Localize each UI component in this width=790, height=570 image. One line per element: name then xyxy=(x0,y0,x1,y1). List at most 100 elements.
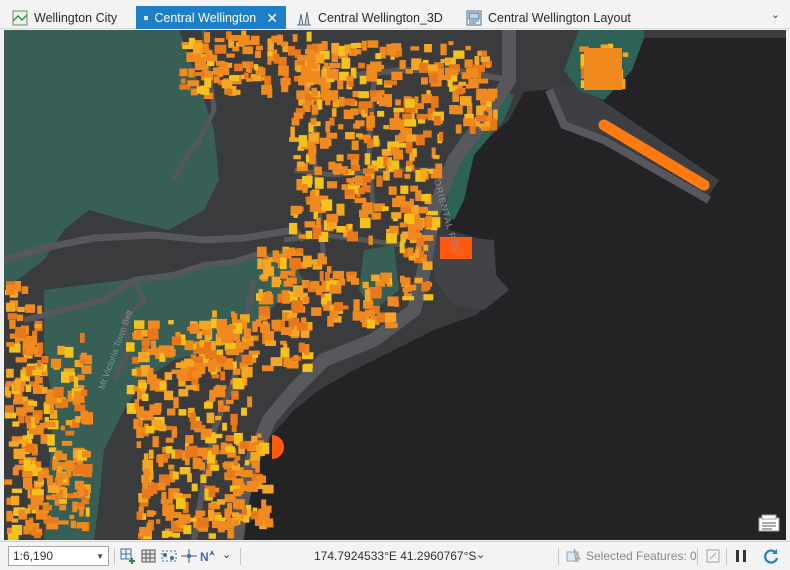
building-footprint[interactable] xyxy=(149,404,161,415)
building-footprint[interactable] xyxy=(331,108,337,117)
building-footprint[interactable] xyxy=(289,222,298,235)
building-footprint[interactable] xyxy=(193,42,203,54)
building-footprint[interactable] xyxy=(211,374,220,379)
building-footprint[interactable] xyxy=(392,197,401,208)
building-footprint[interactable] xyxy=(246,481,258,492)
building-footprint[interactable] xyxy=(37,471,44,483)
building-footprint[interactable] xyxy=(424,44,432,53)
building-footprint[interactable] xyxy=(622,52,629,57)
building-footprint[interactable] xyxy=(364,309,375,318)
tab-central-wellington-3d[interactable]: Central Wellington_3D xyxy=(288,6,451,29)
building-footprint[interactable] xyxy=(391,212,402,219)
building-footprint[interactable] xyxy=(146,510,154,517)
building-footprint[interactable] xyxy=(25,384,32,393)
building-footprint[interactable] xyxy=(183,524,192,535)
building-footprint[interactable] xyxy=(136,441,142,449)
building-footprint[interactable] xyxy=(406,134,417,142)
building-footprint[interactable] xyxy=(242,46,254,55)
building-footprint[interactable] xyxy=(204,47,210,54)
building-footprint[interactable] xyxy=(72,398,81,405)
building-footprint[interactable] xyxy=(161,491,167,500)
building-footprint[interactable] xyxy=(584,48,622,90)
building-footprint[interactable] xyxy=(37,360,42,367)
building-footprint[interactable] xyxy=(204,341,212,353)
building-footprint[interactable] xyxy=(267,51,273,57)
building-footprint[interactable] xyxy=(326,78,335,83)
building-footprint[interactable] xyxy=(298,234,306,239)
building-footprint[interactable] xyxy=(302,175,313,185)
building-footprint[interactable] xyxy=(477,51,482,56)
building-footprint[interactable] xyxy=(250,35,260,45)
building-footprint[interactable] xyxy=(345,132,355,140)
building-footprint[interactable] xyxy=(73,376,79,388)
building-footprint[interactable] xyxy=(152,436,159,448)
building-footprint[interactable] xyxy=(226,399,234,405)
building-footprint[interactable] xyxy=(25,443,36,453)
building-footprint[interactable] xyxy=(270,357,283,367)
building-footprint[interactable] xyxy=(480,56,490,62)
building-footprint[interactable] xyxy=(289,257,301,269)
building-footprint[interactable] xyxy=(341,184,349,190)
building-footprint[interactable] xyxy=(354,197,367,204)
building-footprint[interactable] xyxy=(346,231,358,242)
building-footprint[interactable] xyxy=(185,435,194,444)
building-footprint[interactable] xyxy=(172,471,179,480)
map-frame-icon[interactable] xyxy=(704,547,722,565)
building-footprint[interactable] xyxy=(391,71,403,81)
building-footprint[interactable] xyxy=(283,343,288,349)
building-footprint[interactable] xyxy=(255,50,261,58)
building-footprint[interactable] xyxy=(305,230,312,239)
building-footprint[interactable] xyxy=(17,306,25,312)
building-footprint[interactable] xyxy=(195,57,206,70)
building-footprint[interactable] xyxy=(187,473,192,483)
building-footprint[interactable] xyxy=(17,314,24,322)
building-footprint[interactable] xyxy=(271,276,280,288)
building-footprint[interactable] xyxy=(455,124,462,134)
building-footprint[interactable] xyxy=(400,207,411,213)
building-footprint[interactable] xyxy=(366,71,378,82)
building-footprint[interactable] xyxy=(165,446,173,454)
building-footprint[interactable] xyxy=(420,194,430,202)
building-footprint[interactable] xyxy=(431,96,439,108)
building-footprint[interactable] xyxy=(246,77,253,82)
building-footprint[interactable] xyxy=(404,119,417,127)
building-footprint[interactable] xyxy=(344,189,354,196)
building-footprint[interactable] xyxy=(42,505,52,511)
building-footprint[interactable] xyxy=(385,320,395,329)
building-footprint[interactable] xyxy=(383,125,390,130)
building-footprint[interactable] xyxy=(261,84,272,95)
building-footprint[interactable] xyxy=(13,448,26,460)
building-footprint[interactable] xyxy=(61,371,70,383)
building-footprint[interactable] xyxy=(310,118,317,125)
building-footprint[interactable] xyxy=(322,92,333,101)
building-footprint[interactable] xyxy=(414,103,424,110)
building-footprint[interactable] xyxy=(332,92,337,103)
building-footprint[interactable] xyxy=(168,464,175,470)
building-footprint[interactable] xyxy=(425,281,431,290)
building-footprint[interactable] xyxy=(214,44,227,54)
building-footprint[interactable] xyxy=(239,441,249,449)
building-footprint[interactable] xyxy=(138,383,147,389)
building-footprint[interactable] xyxy=(44,421,56,428)
building-footprint[interactable] xyxy=(27,350,33,357)
building-footprint[interactable] xyxy=(476,107,483,115)
building-footprint[interactable] xyxy=(50,358,62,368)
building-footprint[interactable] xyxy=(232,520,239,526)
building-footprint[interactable] xyxy=(180,78,186,84)
building-footprint[interactable] xyxy=(52,459,59,471)
building-footprint[interactable] xyxy=(55,402,64,409)
scale-selector[interactable]: 1:6,190 ▼ xyxy=(8,546,109,566)
building-footprint[interactable] xyxy=(179,467,191,475)
building-footprint[interactable] xyxy=(292,34,298,42)
building-footprint[interactable] xyxy=(366,115,376,128)
building-footprint[interactable] xyxy=(319,271,324,282)
building-footprint[interactable] xyxy=(343,98,355,106)
building-footprint[interactable] xyxy=(27,342,36,347)
building-footprint[interactable] xyxy=(362,185,371,193)
building-footprint[interactable] xyxy=(251,435,258,443)
building-footprint[interactable] xyxy=(160,499,173,504)
building-footprint[interactable] xyxy=(481,126,490,131)
building-footprint[interactable] xyxy=(359,217,371,229)
building-footprint[interactable] xyxy=(199,320,211,330)
building-footprint[interactable] xyxy=(476,88,488,100)
